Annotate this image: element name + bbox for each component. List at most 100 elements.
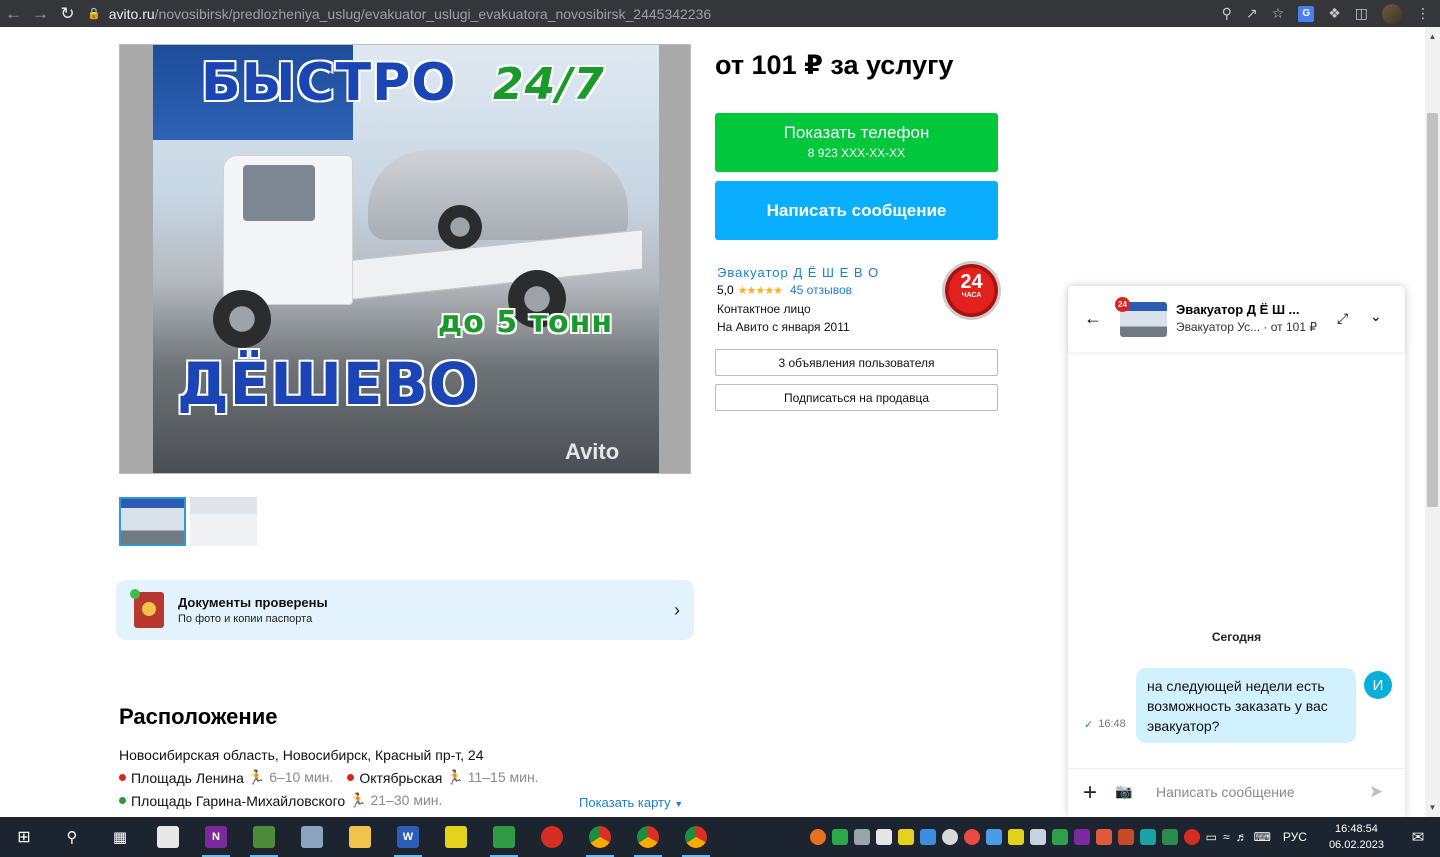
tray-monitor-icon[interactable]: [853, 829, 870, 845]
scroll-down-arrow-icon[interactable]: ▼: [1425, 800, 1440, 815]
location-address: Новосибирская область, Новосибирск, Крас…: [119, 747, 484, 763]
extensions-puzzle-icon[interactable]: ❖: [1328, 5, 1341, 22]
tray-file-icon[interactable]: [875, 829, 892, 845]
menu-kebab-icon[interactable]: ⋮: [1416, 5, 1430, 22]
browser-toolbar: ← → ↻ 🔒 avito.ru/novosibirsk/predlozheni…: [0, 0, 1440, 27]
yandex-icon[interactable]: [528, 817, 576, 857]
metro-line-dot: [119, 797, 126, 804]
tray-app-icon[interactable]: [1117, 829, 1134, 845]
chrome-icon[interactable]: [624, 817, 672, 857]
profile-avatar[interactable]: [1382, 3, 1402, 24]
zoom-icon[interactable]: ⚲: [1222, 5, 1232, 22]
camera-icon[interactable]: 📷: [1115, 783, 1132, 800]
scroll-up-arrow-icon[interactable]: ▲: [1425, 29, 1440, 44]
tray-capture-icon[interactable]: [919, 829, 936, 845]
tray-app-icon[interactable]: [809, 829, 826, 845]
avito-watermark: Avito: [565, 439, 620, 464]
wifi-icon[interactable]: ≈: [1223, 830, 1230, 844]
thumbnail-2[interactable]: [190, 497, 257, 546]
reload-icon[interactable]: ↻: [54, 0, 81, 27]
settings-app-icon[interactable]: [288, 817, 336, 857]
show-phone-label: Показать телефон: [783, 123, 930, 142]
share-icon[interactable]: ↗: [1246, 5, 1258, 22]
send-icon[interactable]: ➤: [1369, 782, 1383, 802]
tray-shield-icon[interactable]: [831, 829, 848, 845]
main-photo[interactable]: БЫСТРО 24/7 до 5 тонн ДЁШЕВО Avito: [119, 44, 691, 474]
onenote-icon[interactable]: N: [192, 817, 240, 857]
task-view-icon[interactable]: ▦: [96, 817, 144, 857]
keyboard-icon[interactable]: ⌨: [1254, 830, 1271, 844]
volume-icon[interactable]: ♬: [1236, 830, 1248, 844]
translate-extension-icon[interactable]: G: [1298, 5, 1315, 22]
expand-icon[interactable]: ⤢: [1337, 310, 1348, 327]
tray-app-icon[interactable]: [1139, 829, 1156, 845]
tray-app-icon[interactable]: [1051, 829, 1068, 845]
back-arrow-icon[interactable]: ←: [1084, 308, 1102, 329]
input-language[interactable]: РУС: [1283, 830, 1307, 844]
battery-icon[interactable]: ▭: [1206, 830, 1217, 844]
message-bubble: на следующей недели есть возможность зак…: [1136, 668, 1356, 743]
notifications-icon[interactable]: ✉: [1400, 817, 1436, 857]
word-icon[interactable]: W: [384, 817, 432, 857]
url-text: avito.ru/novosibirsk/predlozheniya_uslug…: [108, 5, 712, 22]
tray-app-icon[interactable]: [941, 829, 958, 845]
forward-arrow-icon[interactable]: →: [27, 0, 54, 27]
tray-onenote-icon[interactable]: [1073, 829, 1090, 845]
walking-time: 🏃 11–15 мин.: [446, 769, 539, 785]
chrome-icon[interactable]: [576, 817, 624, 857]
files-app-icon[interactable]: [144, 817, 192, 857]
chrome-icon[interactable]: [672, 817, 720, 857]
notepad-icon[interactable]: [240, 817, 288, 857]
message-input[interactable]: [1156, 781, 1356, 803]
write-message-button[interactable]: Написать сообщение: [715, 181, 998, 240]
spreadsheet-icon[interactable]: [480, 817, 528, 857]
metro-station: Площадь Ленина: [131, 769, 244, 786]
metro-line-dot: [119, 774, 126, 781]
system-tray: ▭ ≈ ♬ ⌨ РУС 16:48:54 06.02.2023 ✉: [809, 817, 1436, 857]
chevron-down-icon[interactable]: ⌄: [1370, 308, 1382, 325]
thumbnail-1[interactable]: [119, 497, 186, 546]
subscribe-seller-button[interactable]: Подписаться на продавца: [715, 384, 998, 411]
tray-notes-icon[interactable]: [897, 829, 914, 845]
show-phone-button[interactable]: Показать телефон 8 923 XXX-XX-XX: [715, 113, 998, 172]
tow-truck-photo: БЫСТРО 24/7 до 5 тонн ДЁШЕВО Avito: [153, 45, 659, 473]
show-map-link[interactable]: Показать карту ▼: [579, 795, 683, 810]
metro-row: Площадь Ленина 🏃 6–10 мин. Октябрьская 🏃…: [119, 769, 553, 786]
sticky-notes-icon[interactable]: [432, 817, 480, 857]
side-panel-icon[interactable]: ◫: [1355, 5, 1368, 22]
address-bar[interactable]: 🔒 avito.ru/novosibirsk/predlozheniya_usl…: [87, 0, 1222, 27]
ad-text-247: 24/7: [493, 59, 605, 110]
windows-start-icon[interactable]: ⊞: [0, 817, 48, 857]
chat-subtitle: Эвакуатор Ус... · от 101 ₽: [1176, 320, 1317, 334]
seller-name-link[interactable]: Эвакуатор Д Ё Ш Е В О: [717, 265, 879, 280]
walking-time: 🏃 6–10 мин.: [247, 769, 334, 785]
seller-logo-24h[interactable]: 24 ЧАСА: [945, 264, 998, 317]
passport-icon: [116, 589, 164, 628]
tray-app-icon[interactable]: [1007, 829, 1024, 845]
tray-app-icon[interactable]: [985, 829, 1002, 845]
documents-verified-banner[interactable]: Документы проверены По фото и копии пасп…: [116, 580, 694, 640]
search-icon[interactable]: ⚲: [48, 817, 96, 857]
page-scrollbar[interactable]: ▲ ▼: [1425, 27, 1440, 817]
tray-app-icon[interactable]: [963, 829, 980, 845]
tray-yandex-icon[interactable]: [1183, 829, 1200, 845]
chat-title[interactable]: Эвакуатор Д Ё Ш ...: [1176, 302, 1326, 317]
tray-app-icon[interactable]: [1095, 829, 1112, 845]
scroll-thumb[interactable]: [1427, 113, 1438, 507]
unread-count-badge: 24: [1115, 297, 1130, 312]
message-status: ✓ 16:48: [1084, 718, 1126, 731]
tray-app-icon[interactable]: [1161, 829, 1178, 845]
rating-value: 5,0: [717, 283, 734, 297]
plus-icon[interactable]: +: [1083, 779, 1097, 807]
back-arrow-icon[interactable]: ←: [0, 0, 27, 27]
reviews-link[interactable]: 45 отзывов: [790, 283, 852, 297]
seller-listings-button[interactable]: 3 объявления пользователя: [715, 349, 998, 376]
documents-title: Документы проверены: [178, 595, 328, 610]
bookmark-star-icon[interactable]: ☆: [1272, 5, 1285, 22]
metro-line-dot: [347, 774, 355, 781]
chat-compose-bar: + 📷 ➤: [1068, 768, 1405, 817]
seller-rating: 5,0 ★★★★★ 45 отзывов: [717, 283, 852, 297]
file-explorer-icon[interactable]: [336, 817, 384, 857]
system-clock[interactable]: 16:48:54 06.02.2023: [1329, 821, 1384, 853]
tray-app-icon[interactable]: [1029, 829, 1046, 845]
